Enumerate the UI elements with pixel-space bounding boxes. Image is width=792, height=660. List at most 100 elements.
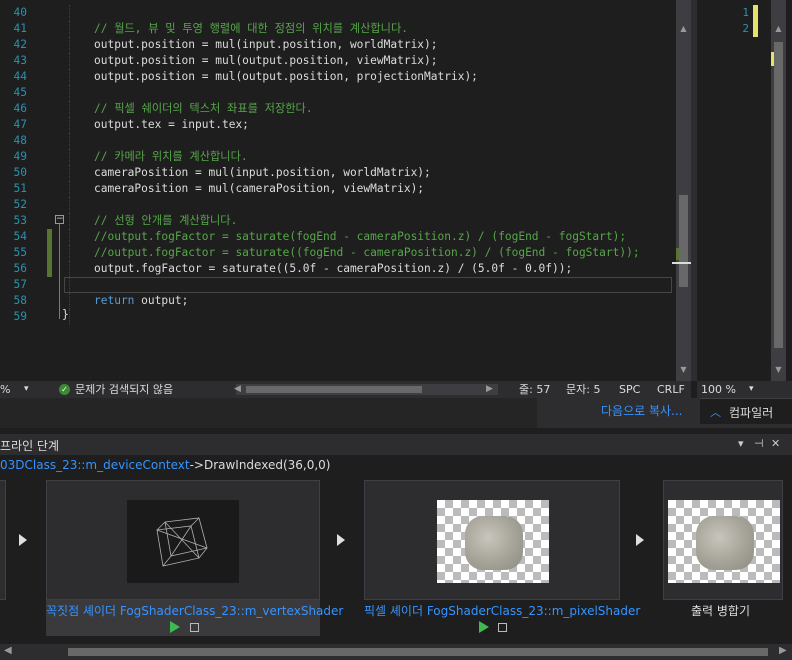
pipeline-stage-partial [0, 480, 6, 636]
hscroll-thumb[interactable] [246, 386, 422, 393]
line-number: 44 [13, 70, 27, 83]
line-number: 41 [13, 22, 27, 35]
scroll-down-icon[interactable]: ▼ [678, 365, 689, 379]
collapse-toggle[interactable]: − [55, 215, 64, 224]
current-line-highlight [64, 277, 672, 293]
pipeline-stage-output[interactable]: 출력 병합기 [663, 480, 783, 636]
side-line-number: 1 [742, 6, 749, 19]
return-expression: output; [134, 294, 189, 307]
change-indicator [47, 245, 52, 261]
code-line[interactable]: 45 [0, 85, 676, 101]
line-number: 57 [13, 278, 27, 291]
pipeline-scroll-thumb[interactable] [68, 648, 768, 656]
draw-call-text: ->DrawIndexed(36,0,0) [189, 458, 331, 472]
code-line[interactable]: 51 cameraPosition = mul(cameraPosition, v… [0, 181, 676, 197]
indent-guide [69, 53, 70, 69]
zoom-dropdown-icon[interactable]: ▾ [24, 382, 29, 397]
fold-guide [59, 224, 60, 319]
code-line[interactable]: 40 [0, 5, 676, 21]
code-line[interactable]: 43 output.position = mul(output.position,… [0, 53, 676, 69]
close-icon[interactable]: ✕ [771, 437, 780, 450]
panel-menu-icon[interactable]: ▾ [738, 437, 744, 450]
stage-box [364, 480, 620, 600]
draw-call-line: 03DClass_23::m_deviceContext->DrawIndexe… [0, 458, 331, 472]
play-icon[interactable] [479, 621, 489, 633]
vertex-shader-link[interactable]: 꼭짓점 셰이더 FogShaderClass_23::m_vertexShade… [46, 602, 343, 619]
pipeline-arrow-icon [636, 534, 644, 546]
play-icon[interactable] [170, 621, 180, 633]
scroll-up-icon[interactable]: ▲ [678, 24, 689, 38]
side-scroll-thumb[interactable] [774, 42, 783, 348]
side-change-bar [753, 5, 758, 37]
stop-icon[interactable] [498, 623, 507, 632]
code-line[interactable]: 50 cameraPosition = mul(input.position, w… [0, 165, 676, 181]
code-line[interactable]: 53 // 선형 안개를 계산합니다. [0, 213, 676, 229]
stage-box [663, 480, 783, 600]
editor-horizontal-scrollbar[interactable]: ◀ ▶ [234, 382, 498, 397]
pipeline-horizontal-scrollbar[interactable]: ◀ ▶ [0, 644, 792, 660]
pipeline-arrow-icon [19, 534, 27, 546]
side-zoom-level[interactable]: 100 % [701, 382, 736, 397]
code-comment: //output.fogFactor = saturate((fogEnd - … [94, 246, 640, 259]
editor-vertical-scrollbar[interactable]: ▲ ▼ [672, 0, 691, 381]
pixel-shader-link[interactable]: 픽셀 셰이더 FogShaderClass_23::m_pixelShader [364, 602, 640, 619]
change-indicator [47, 261, 52, 277]
scroll-thumb[interactable] [679, 195, 688, 287]
side-scroll-down-icon[interactable]: ▼ [773, 365, 784, 374]
code-line[interactable]: 56 output.fogFactor = saturate((5.0f - ca… [0, 261, 676, 277]
line-number: 59 [13, 310, 27, 323]
code-line[interactable]: 48 [0, 133, 676, 149]
indent-guide [69, 197, 70, 213]
code-text: return output; [94, 293, 188, 309]
code-line[interactable]: 55 //output.fogFactor = saturate((fogEnd … [0, 245, 676, 261]
scroll-left-icon[interactable]: ◀ [4, 645, 12, 656]
code-line[interactable]: 44 output.position = mul(output.position,… [0, 69, 676, 85]
code-line[interactable]: 52 [0, 197, 676, 213]
scroll-right-icon[interactable]: ▶ [486, 382, 493, 397]
code-editor[interactable]: 40 41// 월드, 뷰 및 투영 행렬에 대한 정점의 위치를 계산합니다. 4… [0, 0, 676, 381]
code-text: output.position = mul(output.position, v… [94, 54, 438, 67]
indent-guide [69, 133, 70, 149]
code-line[interactable]: 41 // 월드, 뷰 및 투영 행렬에 대한 정점의 위치를 계산합니다. [0, 21, 676, 37]
side-zoom-dropdown-icon[interactable]: ▾ [749, 382, 754, 397]
issues-status[interactable]: 문제가 검색되지 않음 [75, 382, 173, 397]
line-number: 48 [13, 134, 27, 147]
line-number: 40 [13, 6, 27, 19]
side-line-number: 2 [742, 22, 749, 35]
line-number: 58 [13, 294, 27, 307]
line-ending-indicator[interactable]: CRLF [657, 382, 685, 397]
code-line[interactable]: 59 [0, 309, 676, 325]
compiler-tab-label: 컴파일러 [729, 406, 774, 420]
pipeline-arrow-icon [337, 534, 345, 546]
editor-status-bar: % ▾ ✓ 문제가 검색되지 않음 ◀ ▶ 줄: 57 문자: 5 SPC CR… [0, 381, 691, 398]
scroll-right-icon[interactable]: ▶ [779, 645, 787, 656]
pipeline-title: 프라인 단계 [0, 439, 60, 453]
device-context-link[interactable]: 03DClass_23::m_deviceContext [0, 458, 190, 472]
pin-icon[interactable]: ⊣ [754, 437, 764, 450]
side-vertical-scrollbar[interactable]: ▲ ▼ [771, 0, 786, 381]
code-line[interactable]: 54 //output.fogFactor = saturate(fogEnd -… [0, 229, 676, 245]
tab-compiler[interactable]: ︿ 컴파일러 [700, 398, 792, 424]
zoom-level[interactable]: % [0, 382, 10, 397]
indent-guide [69, 229, 70, 245]
code-line[interactable]: 49 // 카메라 위치를 계산합니다. [0, 149, 676, 165]
side-scroll-up-icon[interactable]: ▲ [773, 24, 784, 33]
pipeline-stage-vertex[interactable]: 꼭짓점 셰이더 FogShaderClass_23::m_vertexShade… [46, 480, 343, 636]
code-line[interactable]: 47 output.tex = input.tex; [0, 117, 676, 133]
line-number: 55 [13, 246, 27, 259]
code-comment: // 카메라 위치를 계산합니다. [94, 150, 248, 163]
pipeline-stage-pixel[interactable]: 픽셀 셰이더 FogShaderClass_23::m_pixelShader [364, 480, 640, 636]
indent-guide [69, 149, 70, 165]
code-comment: // 선형 안개를 계산합니다. [94, 214, 238, 227]
code-line[interactable]: 42 output.position = mul(input.position, … [0, 37, 676, 53]
output-merger-label: 출력 병합기 [691, 604, 751, 618]
textured-quad-image [696, 516, 754, 570]
copy-as-link[interactable]: 다음으로 복사... [601, 403, 683, 419]
code-line[interactable]: 58 return output; [0, 293, 676, 309]
stop-icon[interactable] [190, 623, 199, 632]
scroll-left-icon[interactable]: ◀ [234, 382, 241, 397]
indent-guide [69, 261, 70, 277]
check-icon: ✓ [59, 384, 70, 395]
whitespace-indicator[interactable]: SPC [619, 382, 640, 397]
code-line[interactable]: 46 // 픽셀 쉐이더의 텍스처 좌표를 저장한다. [0, 101, 676, 117]
